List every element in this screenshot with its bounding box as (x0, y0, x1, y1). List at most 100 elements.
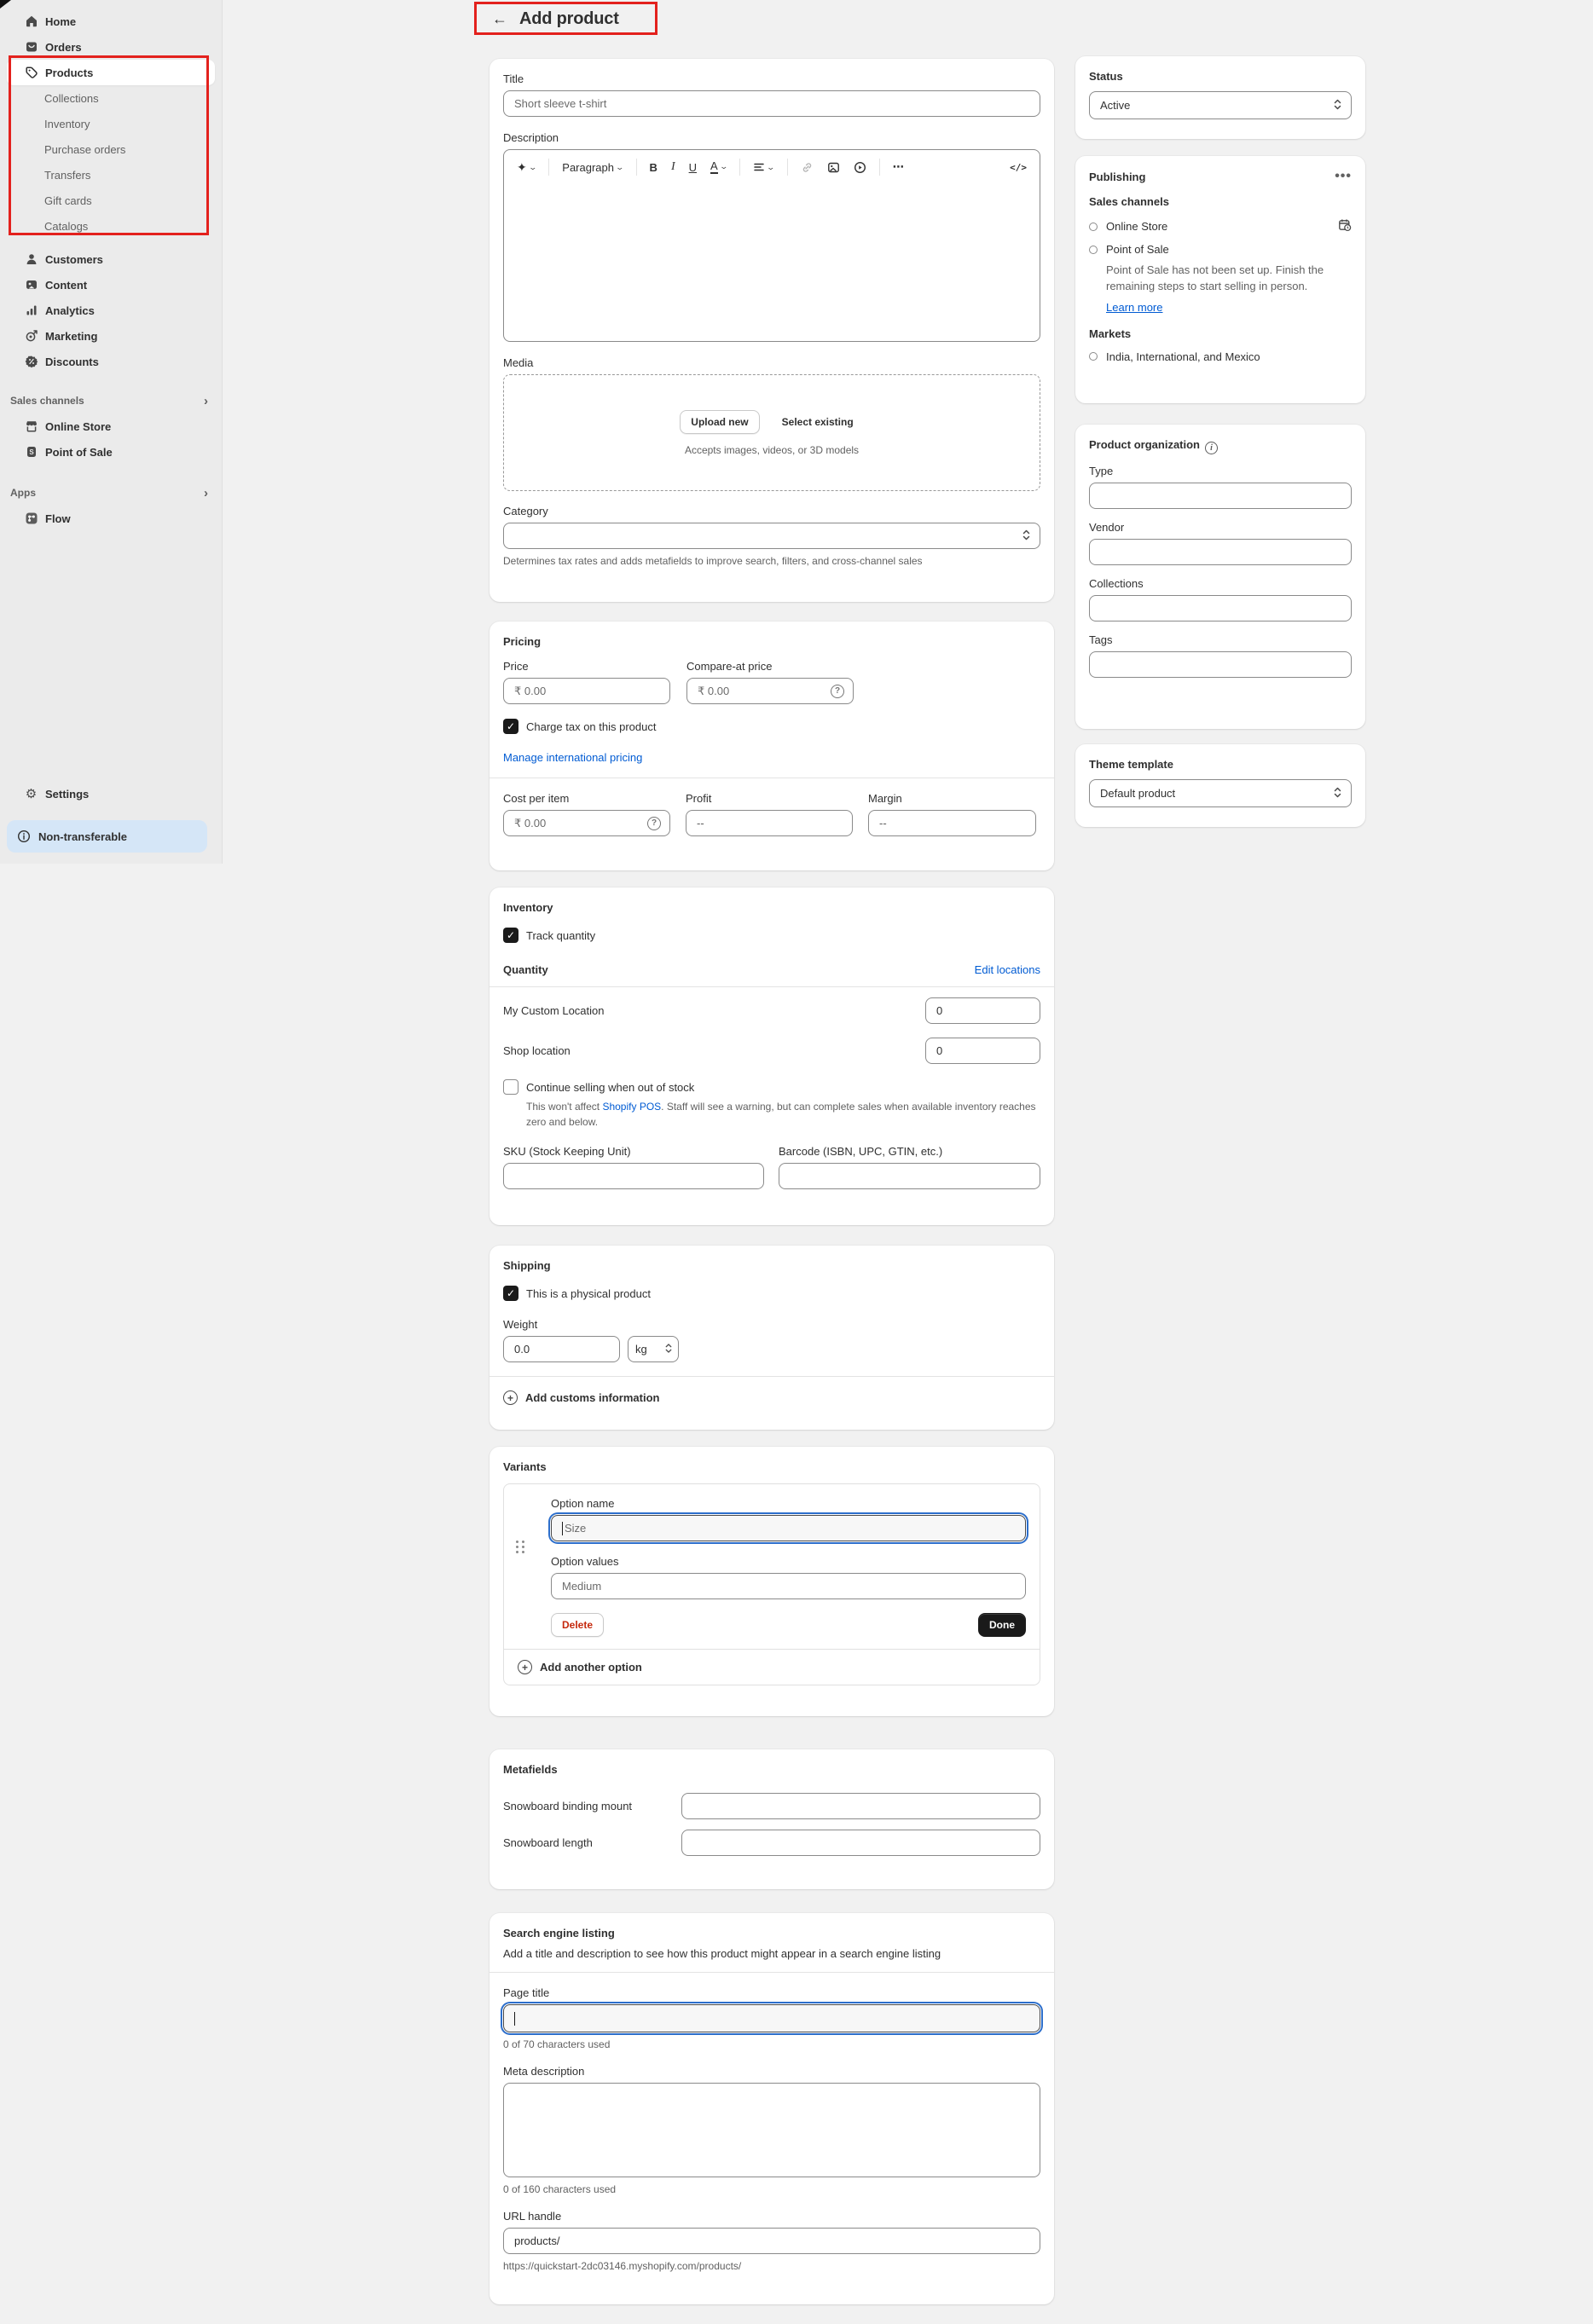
title-input[interactable] (503, 90, 1040, 117)
delete-option-button[interactable]: Delete (551, 1613, 604, 1637)
option-value-input[interactable]: Medium (551, 1573, 1026, 1599)
sidebar-item-label: Orders (45, 41, 82, 54)
cost-per-item-input[interactable]: ₹ 0.00 ? (503, 810, 670, 836)
weight-unit-select[interactable]: kg (628, 1336, 679, 1362)
sidebar-item-orders[interactable]: Orders (7, 34, 215, 60)
page-title-input[interactable] (503, 2004, 1040, 2032)
info-icon[interactable]: i (1205, 442, 1218, 454)
physical-product-checkbox[interactable]: ✓ This is a physical product (503, 1286, 1040, 1301)
continue-selling-checkbox[interactable]: Continue selling when out of stock (503, 1079, 1040, 1095)
underline-button[interactable]: U (686, 159, 699, 176)
sidebar-item-point-of-sale[interactable]: S Point of Sale (7, 439, 215, 465)
banner-label: Non-transferable (38, 830, 127, 843)
sales-channels-heading: Sales channels (1089, 195, 1352, 208)
chevron-right-icon: › (204, 395, 208, 408)
help-icon[interactable]: ? (831, 685, 844, 698)
edit-locations-link[interactable]: Edit locations (975, 963, 1040, 976)
sidebar-item-transfers[interactable]: Transfers (7, 162, 215, 188)
weight-label: Weight (503, 1318, 1040, 1331)
sidebar-item-inventory[interactable]: Inventory (7, 111, 215, 136)
ai-sparkle-button[interactable]: ✦⌄ (514, 159, 538, 176)
more-menu-icon[interactable]: ••• (1335, 170, 1352, 183)
select-existing-button[interactable]: Select existing (772, 410, 864, 434)
shopify-pos-link[interactable]: Shopify POS (602, 1101, 661, 1113)
schedule-calendar-icon[interactable] (1338, 218, 1352, 234)
sku-input[interactable] (503, 1163, 764, 1189)
alignment-button[interactable]: ⌄ (750, 159, 777, 175)
theme-template-select[interactable]: Default product (1089, 779, 1352, 807)
help-icon[interactable]: ? (647, 817, 661, 830)
metafield-label: Snowboard binding mount (503, 1800, 681, 1812)
collections-input[interactable] (1089, 595, 1352, 621)
sidebar-item-purchase-orders[interactable]: Purchase orders (7, 136, 215, 162)
divider (489, 1972, 1054, 1973)
insert-link-button[interactable] (798, 159, 816, 176)
weight-input[interactable] (503, 1336, 620, 1362)
show-html-button[interactable]: </> (1007, 160, 1029, 175)
add-another-option-button[interactable]: + Add another option (504, 1649, 1040, 1685)
sidebar-item-catalogs[interactable]: Catalogs (7, 213, 215, 239)
sidebar-item-content[interactable]: Content (7, 272, 215, 298)
apps-header[interactable]: Apps › (7, 480, 215, 506)
bold-button[interactable]: B (647, 159, 660, 176)
upload-new-button[interactable]: Upload new (680, 410, 759, 434)
more-options-button[interactable]: ⋯ (890, 159, 907, 176)
vendor-input[interactable] (1089, 539, 1352, 565)
paragraph-style-dropdown[interactable]: Paragraph⌄ (559, 159, 625, 176)
snowboard-length-input[interactable] (681, 1830, 1040, 1856)
track-quantity-checkbox[interactable]: ✓ Track quantity (503, 928, 1040, 943)
category-select[interactable] (503, 523, 1040, 549)
tags-input[interactable] (1089, 651, 1352, 678)
svg-text:S: S (29, 448, 34, 456)
sidebar-item-gift-cards[interactable]: Gift cards (7, 188, 215, 213)
type-input[interactable] (1089, 483, 1352, 509)
description-editor-content[interactable] (504, 184, 1040, 341)
text-color-button[interactable]: A⌄ (708, 159, 729, 176)
quantity-input-my-custom-location[interactable] (925, 997, 1040, 1024)
collections-label: Collections (1089, 577, 1352, 590)
sidebar-item-online-store[interactable]: Online Store (7, 413, 215, 439)
insert-image-button[interactable] (825, 159, 843, 176)
learn-more-link[interactable]: Learn more (1106, 301, 1162, 314)
non-transferable-banner[interactable]: Non-transferable (7, 820, 207, 853)
italic-button[interactable]: I (669, 159, 678, 176)
sidebar-item-discounts[interactable]: Discounts (7, 349, 215, 374)
metafield-row: Snowboard binding mount (503, 1793, 1040, 1819)
meta-description-textarea[interactable] (503, 2083, 1040, 2177)
barcode-input[interactable] (779, 1163, 1040, 1189)
media-dropzone[interactable]: Upload new Select existing Accepts image… (503, 374, 1040, 491)
sidebar-item-products[interactable]: Products (7, 60, 215, 85)
description-editor[interactable]: ✦⌄ Paragraph⌄ B I U A⌄ ⌄ (503, 149, 1040, 342)
back-arrow-icon[interactable]: ← (492, 11, 507, 26)
channel-status-circle-icon (1089, 246, 1098, 254)
manage-international-pricing-link[interactable]: Manage international pricing (503, 751, 1040, 764)
option-name-input[interactable]: Size (551, 1515, 1026, 1541)
sidebar-item-customers[interactable]: Customers (7, 246, 215, 272)
sidebar-item-settings[interactable]: ⚙ Settings (7, 781, 215, 806)
sidebar-item-marketing[interactable]: Marketing (7, 323, 215, 349)
sidebar-item-home[interactable]: Home (7, 9, 215, 34)
price-input[interactable] (503, 678, 670, 704)
snowboard-binding-mount-input[interactable] (681, 1793, 1040, 1819)
quantity-input-shop-location[interactable] (925, 1038, 1040, 1064)
charge-tax-checkbox[interactable]: ✓ Charge tax on this product (503, 719, 1040, 734)
compare-at-price-input[interactable]: ₹ 0.00 ? (686, 678, 854, 704)
status-select[interactable]: Active (1089, 91, 1352, 119)
sales-channels-header[interactable]: Sales channels › (7, 388, 215, 413)
sidebar-item-analytics[interactable]: Analytics (7, 298, 215, 323)
chevron-down-icon: ⌄ (767, 163, 776, 172)
sidebar-item-label: Point of Sale (45, 446, 113, 459)
page-title-label: Page title (503, 1986, 1040, 1999)
add-customs-information-button[interactable]: + Add customs information (503, 1390, 1040, 1405)
done-button[interactable]: Done (978, 1613, 1026, 1637)
select-updown-icon (1333, 786, 1342, 801)
sidebar-item-flow[interactable]: Flow (7, 506, 215, 531)
editor-toolbar: ✦⌄ Paragraph⌄ B I U A⌄ ⌄ (504, 150, 1040, 184)
gear-icon: ⚙ (24, 787, 38, 801)
insert-video-button[interactable] (851, 159, 869, 176)
drag-handle-icon[interactable] (516, 1541, 524, 1554)
url-handle-input[interactable] (503, 2228, 1040, 2254)
sidebar-item-label: Products (45, 66, 93, 79)
sparkle-icon: ✦ (517, 160, 527, 175)
sidebar-item-collections[interactable]: Collections (7, 85, 215, 111)
